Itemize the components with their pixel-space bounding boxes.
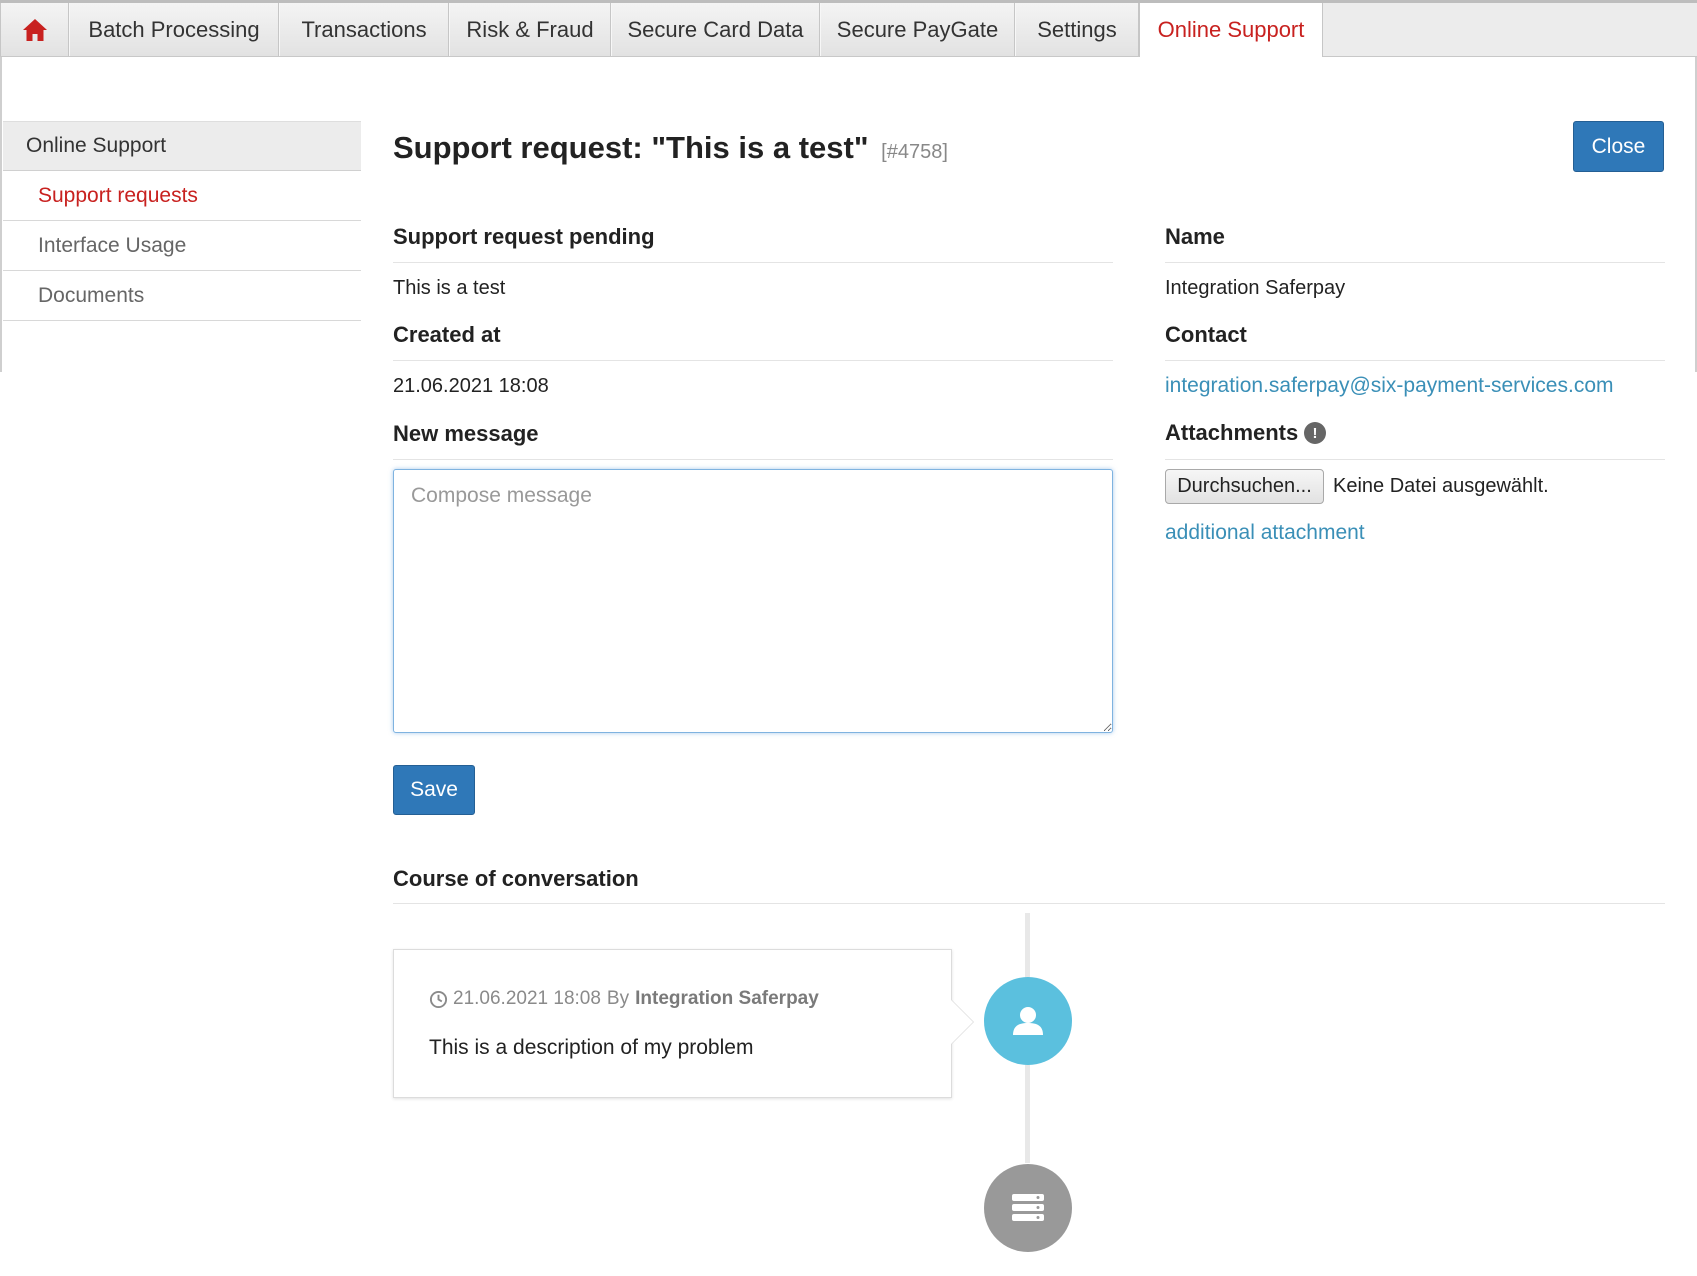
created-at-value: 21.06.2021 18:08 bbox=[393, 375, 549, 397]
user-badge bbox=[984, 977, 1072, 1065]
frame-border-left bbox=[0, 57, 2, 372]
entry-meta: 21.06.2021 18:08 By Integration Saferpay bbox=[429, 988, 819, 1010]
exclamation-icon[interactable]: ! bbox=[1304, 422, 1326, 444]
conversation-entry: 21.06.2021 18:08 By Integration Saferpay… bbox=[393, 949, 952, 1098]
home-icon bbox=[22, 18, 47, 41]
entry-by: By bbox=[606, 988, 630, 1009]
status-label: Support request pending bbox=[393, 224, 655, 249]
name-value: Integration Saferpay bbox=[1165, 277, 1346, 299]
tab-secure-paygate[interactable]: Secure PayGate bbox=[820, 3, 1015, 56]
entry-pointer-inner bbox=[951, 1000, 973, 1044]
save-button[interactable]: Save bbox=[393, 765, 475, 815]
home-tab[interactable] bbox=[0, 3, 69, 56]
additional-attachment-link[interactable]: additional attachment bbox=[1165, 521, 1365, 545]
entry-text: This is a description of my problem bbox=[429, 1036, 754, 1059]
sidebar-item-support-requests[interactable]: Support requests bbox=[3, 171, 361, 221]
divider bbox=[1165, 459, 1665, 460]
request-reference: [#4758] bbox=[881, 141, 948, 163]
top-navigation: Batch Processing Transactions Risk & Fra… bbox=[0, 0, 1697, 57]
sidebar-item-documents[interactable]: Documents bbox=[3, 271, 361, 321]
divider bbox=[393, 903, 1665, 904]
contact-label: Contact bbox=[1165, 322, 1247, 347]
tab-risk-fraud[interactable]: Risk & Fraud bbox=[449, 3, 611, 56]
divider bbox=[1165, 262, 1665, 263]
divider bbox=[1165, 360, 1665, 361]
tab-batch-processing[interactable]: Batch Processing bbox=[69, 3, 279, 56]
clock-icon bbox=[429, 990, 448, 1008]
tab-settings[interactable]: Settings bbox=[1015, 3, 1139, 56]
divider bbox=[393, 459, 1113, 460]
message-textarea[interactable] bbox=[393, 469, 1113, 733]
server-badge bbox=[984, 1164, 1072, 1252]
file-browse-button[interactable]: Durchsuchen... bbox=[1165, 469, 1324, 504]
close-button[interactable]: Close bbox=[1573, 121, 1664, 172]
sidebar-item-interface-usage[interactable]: Interface Usage bbox=[3, 221, 361, 271]
file-status-text: Keine Datei ausgewählt. bbox=[1333, 475, 1549, 497]
divider bbox=[393, 262, 1113, 263]
entry-author: Integration Saferpay bbox=[635, 988, 819, 1009]
tab-online-support[interactable]: Online Support bbox=[1139, 3, 1323, 57]
divider bbox=[393, 360, 1113, 361]
tab-transactions[interactable]: Transactions bbox=[279, 3, 449, 56]
created-at-label: Created at bbox=[393, 322, 501, 347]
sidebar-header: Online Support bbox=[3, 121, 361, 171]
name-label: Name bbox=[1165, 224, 1225, 249]
page-title: Support request: "This is a test" [#4758… bbox=[393, 130, 948, 166]
page-title-text: Support request: "This is a test" bbox=[393, 130, 869, 165]
server-icon bbox=[1012, 1194, 1044, 1221]
subject-value: This is a test bbox=[393, 277, 506, 299]
contact-email-link[interactable]: integration.saferpay@six-payment-service… bbox=[1165, 374, 1614, 398]
entry-timestamp: 21.06.2021 18:08 bbox=[453, 988, 601, 1009]
user-icon bbox=[1013, 1007, 1043, 1035]
conversation-heading: Course of conversation bbox=[393, 866, 639, 891]
attachments-label: Attachments bbox=[1165, 420, 1299, 445]
tab-secure-card-data[interactable]: Secure Card Data bbox=[611, 3, 820, 56]
new-message-label: New message bbox=[393, 421, 539, 446]
